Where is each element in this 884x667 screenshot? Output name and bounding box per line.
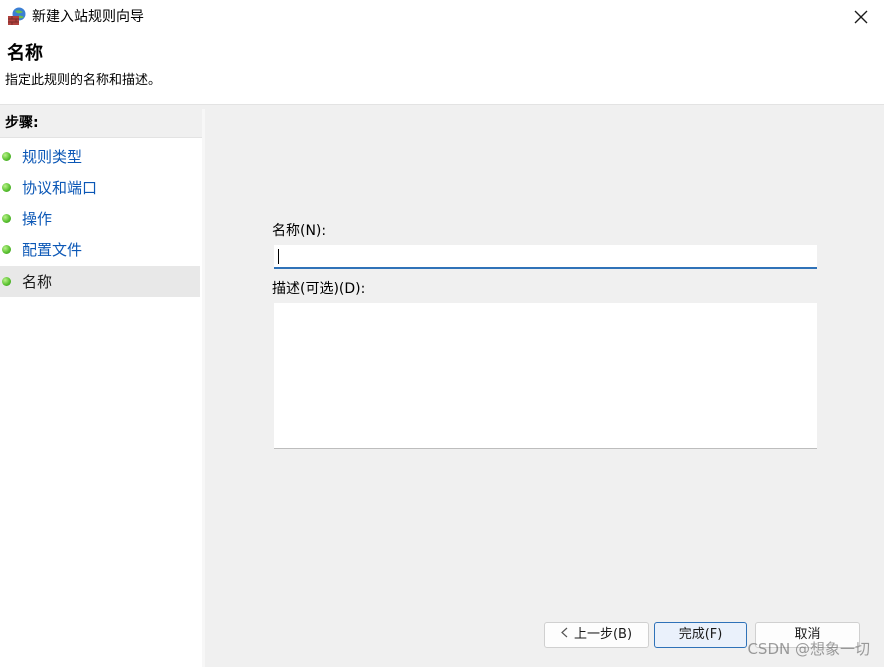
name-input[interactable]: [274, 245, 817, 269]
step-label[interactable]: 协议和端口: [22, 178, 97, 198]
title-bar: 新建入站规则向导: [0, 0, 884, 36]
step-status-icon: [2, 183, 11, 192]
step-status-icon: [2, 214, 11, 223]
steps-sidebar: 步骤: 规则类型 协议和端口 操作 配置文件 名称: [0, 109, 202, 667]
window-title: 新建入站规则向导: [32, 9, 144, 25]
step-label[interactable]: 规则类型: [22, 147, 82, 167]
step-label[interactable]: 操作: [22, 209, 52, 229]
name-field-label: 名称(N):: [272, 223, 327, 239]
description-field-label: 描述(可选)(D):: [272, 281, 366, 297]
step-label[interactable]: 配置文件: [22, 240, 82, 260]
step-name[interactable]: 名称: [0, 266, 200, 297]
step-status-icon: [2, 152, 11, 161]
watermark: CSDN @想象一切: [747, 640, 870, 658]
wizard-header: 名称 指定此规则的名称和描述。: [0, 36, 884, 104]
step-status-icon: [2, 277, 11, 286]
step-rule-type[interactable]: 规则类型: [0, 141, 200, 172]
close-icon[interactable]: [854, 9, 868, 28]
back-button[interactable]: 上一步(B): [544, 622, 649, 648]
step-label[interactable]: 名称: [22, 272, 52, 292]
step-status-icon: [2, 245, 11, 254]
step-profile[interactable]: 配置文件: [0, 234, 200, 265]
steps-heading: 步骤:: [0, 109, 202, 138]
finish-button[interactable]: 完成(F): [654, 622, 747, 648]
back-button-label: 上一步(B): [573, 627, 633, 642]
chevron-left-icon: [561, 623, 568, 647]
wizard-window: 新建入站规则向导 名称 指定此规则的名称和描述。 步骤: 规则类型 协议和端口: [0, 0, 884, 667]
text-cursor: [278, 249, 279, 264]
page-subtitle: 指定此规则的名称和描述。: [5, 73, 162, 88]
firewall-icon: [7, 6, 27, 26]
steps-heading-label: 步骤:: [5, 115, 39, 131]
page-title: 名称: [7, 43, 43, 64]
step-protocol-ports[interactable]: 协议和端口: [0, 172, 200, 203]
step-action[interactable]: 操作: [0, 203, 200, 234]
main-panel: 名称(N): 描述(可选)(D): 上一步(B) 完成(F) 取消: [205, 109, 884, 667]
finish-button-label: 完成(F): [678, 627, 723, 642]
description-textarea[interactable]: [274, 303, 817, 449]
close-button[interactable]: [838, 0, 884, 36]
